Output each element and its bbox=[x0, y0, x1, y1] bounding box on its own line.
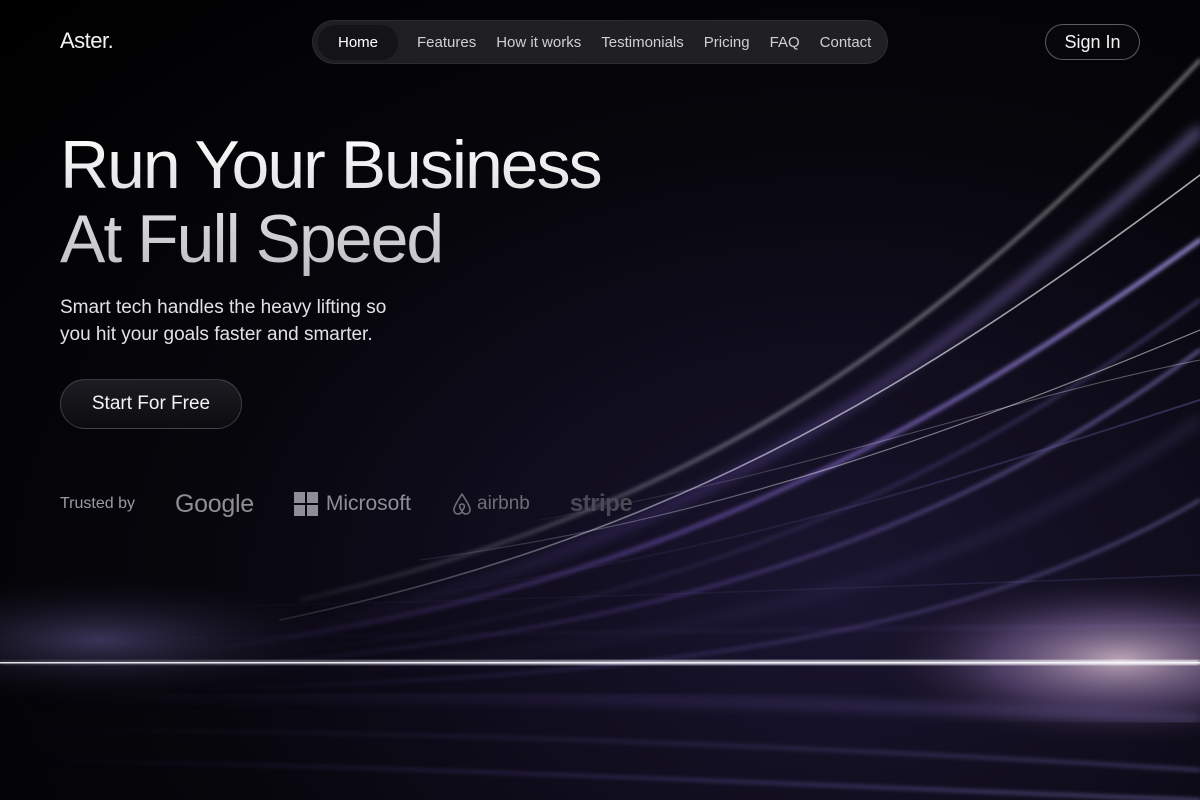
nav-item-pricing[interactable]: Pricing bbox=[694, 25, 760, 60]
microsoft-logo: Microsoft bbox=[293, 492, 412, 516]
nav-item-home[interactable]: Home bbox=[317, 23, 400, 61]
hero-subtitle-line-1: Smart tech handles the heavy lifting so bbox=[60, 297, 387, 318]
airbnb-belo-icon bbox=[453, 493, 471, 515]
airbnb-logo: airbnb bbox=[451, 492, 530, 516]
nav-item-features[interactable]: Features bbox=[407, 25, 486, 60]
sign-in-button[interactable]: Sign In bbox=[1045, 24, 1140, 60]
trusted-by-label: Trusted by bbox=[60, 495, 135, 512]
hero-title-line-1: Run Your Business bbox=[60, 127, 601, 203]
landing-page: Aster. Home Features How it works Testim… bbox=[0, 0, 1200, 800]
trusted-by-row: Trusted by Google Microsoft airbnb strip… bbox=[60, 488, 633, 520]
google-logo-text: Google bbox=[175, 489, 254, 518]
nav-item-faq[interactable]: FAQ bbox=[760, 25, 810, 60]
microsoft-logo-text: Microsoft bbox=[325, 492, 412, 515]
google-logo: Google bbox=[175, 490, 254, 519]
hero-title: Run Your Business At Full Speed bbox=[60, 128, 601, 276]
nav-item-contact[interactable]: Contact bbox=[810, 25, 882, 60]
airbnb-logo-text: airbnb bbox=[477, 493, 530, 514]
hero-title-line-2: At Full Speed bbox=[60, 201, 443, 277]
stripe-logo: stripe bbox=[569, 490, 633, 518]
main-nav: Home Features How it works Testimonials … bbox=[312, 20, 888, 64]
hero-subtitle: Smart tech handles the heavy lifting so … bbox=[60, 294, 480, 348]
brand-logo[interactable]: Aster. bbox=[60, 28, 114, 54]
start-for-free-button[interactable]: Start For Free bbox=[60, 379, 242, 429]
nav-item-testimonials[interactable]: Testimonials bbox=[591, 25, 694, 60]
microsoft-grid-icon bbox=[293, 492, 318, 516]
stripe-logo-text: stripe bbox=[569, 490, 633, 517]
hero-subtitle-line-2: you hit your goals faster and smarter. bbox=[60, 324, 373, 345]
nav-item-how-it-works[interactable]: How it works bbox=[486, 25, 591, 60]
